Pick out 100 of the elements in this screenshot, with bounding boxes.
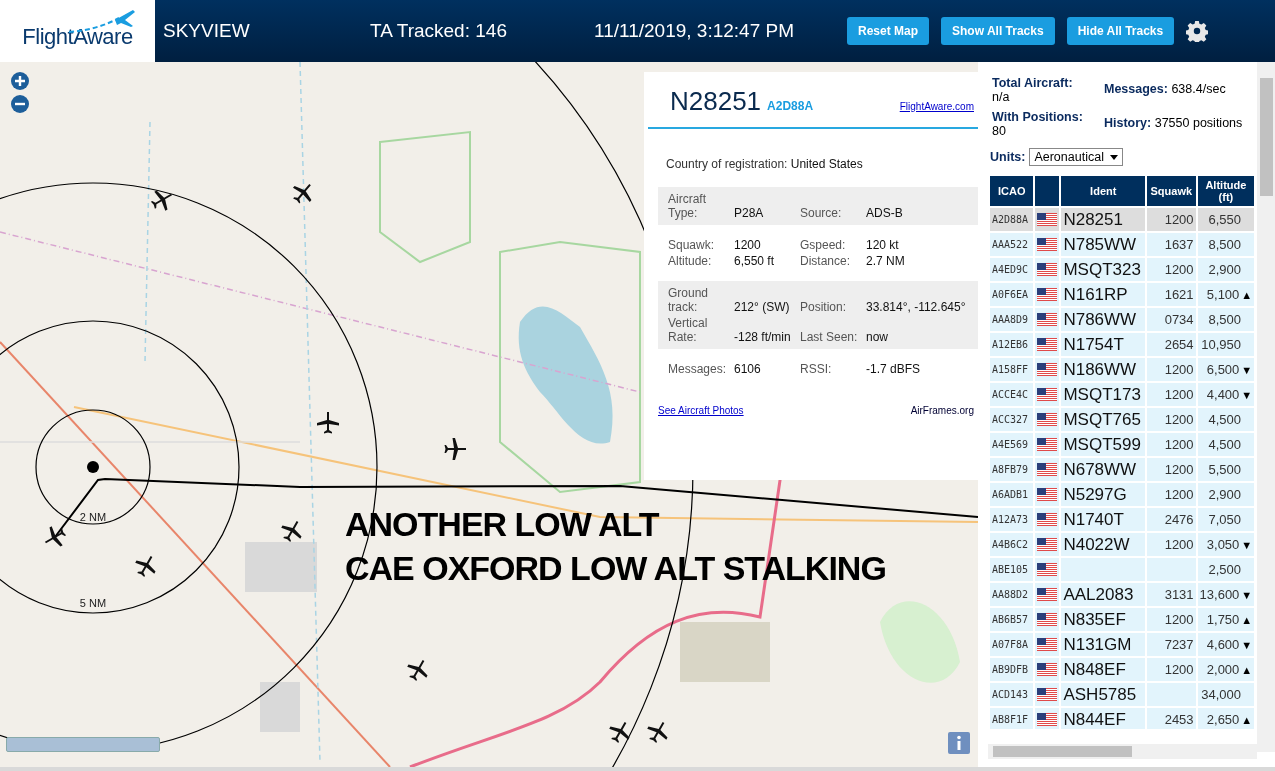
stat-value: 80	[992, 124, 1007, 138]
aircraft-row[interactable]: ACC327 MSQT765 1200 4,500	[990, 408, 1256, 431]
field-value: P28A	[734, 205, 765, 221]
trend-arrow: ▲	[1241, 614, 1253, 626]
table-cell: 1,750	[1206, 612, 1240, 627]
table-cell: ABE105	[992, 564, 1029, 575]
airplane-icon[interactable]	[134, 554, 158, 578]
airplane-icon[interactable]	[646, 720, 670, 744]
table-cell: ACD143	[992, 689, 1029, 700]
stat-label: Total Aircraft:	[992, 76, 1074, 90]
table-cell: 8,500	[1208, 237, 1242, 252]
zoom-in-icon[interactable]	[11, 72, 29, 90]
table-cell: 2,900	[1208, 262, 1242, 277]
aircraft-row[interactable]: AAA8D9 N786WW 0734 8,500	[990, 308, 1256, 331]
column-header[interactable]: Altitude (ft)	[1197, 176, 1255, 206]
table-cell: N161RP	[1063, 284, 1128, 304]
aircraft-row[interactable]: A4E569 MSQT599 1200 4,500	[990, 433, 1256, 456]
table-cell: N848EF	[1063, 659, 1126, 679]
field-value: 120 kt	[866, 237, 900, 253]
aircraft-row[interactable]: ACD143 ASH5785 34,000	[990, 683, 1256, 706]
settings-icon[interactable]	[1186, 20, 1209, 42]
table-cell: N786WW	[1063, 309, 1137, 329]
table-cell: N678WW	[1063, 459, 1137, 479]
field-label: Distance:	[800, 253, 852, 269]
airplane-icon[interactable]	[43, 525, 67, 549]
aircraft-row[interactable]: A12EB6 N1754T 2654 10,950	[990, 333, 1256, 356]
aircraft-ident: N28251	[670, 86, 762, 117]
table-cell: AAA8D9	[992, 314, 1029, 325]
table-cell: AAL2083	[1063, 584, 1134, 604]
column-header[interactable]: Ident	[1061, 176, 1146, 206]
field-value: 1200	[734, 237, 762, 253]
table-cell: 1200	[1164, 437, 1194, 452]
table-cell: 6,500	[1206, 362, 1240, 377]
table-cell: N28251	[1063, 209, 1123, 229]
aircraft-row[interactable]: A0F6EA N161RP 1621 5,100▲	[990, 283, 1256, 306]
aircraft-row[interactable]: AA88D2 AAL2083 3131 13,600▼	[990, 583, 1256, 606]
table-cell: N844EF	[1063, 709, 1126, 729]
table-cell: 3131	[1164, 587, 1194, 602]
table-cell: AA88D2	[992, 589, 1029, 600]
column-header[interactable]: Squawk	[1147, 176, 1196, 206]
us-flag-icon	[1037, 613, 1058, 626]
table-cell: 2,900	[1208, 487, 1242, 502]
horizontal-scrollbar[interactable]	[988, 744, 1257, 759]
airplane-icon[interactable]	[608, 720, 632, 744]
table-cell: 13,600	[1199, 587, 1240, 602]
us-flag-icon	[1037, 463, 1058, 476]
aircraft-row[interactable]: AB9DFB N848EF 1200 2,000▲	[990, 658, 1256, 681]
table-cell: 1200	[1164, 362, 1194, 377]
aircraft-row[interactable]: A12A73 N1740T 2476 7,050	[990, 508, 1256, 531]
aircraft-row[interactable]: ACCE4C MSQT173 1200 4,400▼	[990, 383, 1256, 406]
table-cell: 1637	[1164, 237, 1194, 252]
vertical-scrollbar[interactable]	[1257, 62, 1275, 752]
table-cell: 8,500	[1208, 312, 1242, 327]
table-cell: 4,400	[1206, 387, 1240, 402]
field-label: Gspeed:	[800, 237, 847, 253]
field-value: 212° (SW)	[734, 299, 791, 315]
date-time: 11/11/2019, 3:12:47 PM	[594, 20, 795, 42]
info-icon[interactable]	[948, 732, 970, 754]
table-cell: A4ED9C	[992, 264, 1029, 275]
photos-link[interactable]: See Aircraft Photos	[658, 405, 744, 416]
units-dropdown[interactable]: Aeronautical	[1029, 148, 1123, 166]
aircraft-row[interactable]: ABE105 2,500	[990, 558, 1256, 581]
field-value: 33.814°, -112.645°	[866, 299, 967, 315]
us-flag-icon	[1037, 413, 1058, 426]
aircraft-row[interactable]: AB6B57 N835EF 1200 1,750▲	[990, 608, 1256, 631]
table-cell: 1200	[1164, 262, 1194, 277]
table-cell: 3,050	[1206, 537, 1240, 552]
table-cell: A158FF	[992, 364, 1029, 375]
app-title: SKYVIEW	[163, 20, 251, 42]
trend-arrow: ▼	[1241, 389, 1253, 401]
airframes-link[interactable]: AirFrames.org	[910, 405, 974, 416]
aircraft-icao: A2D88A	[767, 99, 814, 113]
zoom-out-icon[interactable]	[11, 95, 29, 113]
airplane-icon[interactable]	[280, 519, 304, 543]
flightaware-link[interactable]: FlightAware.com	[899, 101, 974, 112]
airplane-icon[interactable]	[316, 411, 340, 435]
aircraft-row[interactable]: A4ED9C MSQT323 1200 2,900	[990, 258, 1256, 281]
us-flag-icon	[1037, 513, 1058, 526]
airplane-icon[interactable]	[406, 658, 430, 682]
table-cell: 7,050	[1208, 512, 1242, 527]
table-cell: MSQT599	[1063, 434, 1141, 454]
us-flag-icon	[1037, 438, 1058, 451]
us-flag-icon	[1037, 563, 1058, 576]
airplane-icon[interactable]	[443, 437, 467, 461]
aircraft-row[interactable]: A07F8A N131GM 7237 4,600▼	[990, 633, 1256, 656]
aircraft-row[interactable]: AAA522 N785WW 1637 8,500	[990, 233, 1256, 256]
table-cell: 1200	[1164, 662, 1194, 677]
field-label: Vertical Rate:	[668, 315, 709, 345]
airplane-icon[interactable]	[150, 188, 174, 212]
aircraft-row[interactable]: A8FB79 N678WW 1200 5,500	[990, 458, 1256, 481]
aircraft-row[interactable]: A158FF N186WW 1200 6,500▼	[990, 358, 1256, 381]
table-cell: 2476	[1164, 512, 1194, 527]
trend-arrow: ▼	[1241, 639, 1253, 651]
us-flag-icon	[1037, 313, 1058, 326]
column-header[interactable]: ICAO	[990, 176, 1034, 206]
aircraft-row[interactable]: AB8F1F N844EF 2453 2,650▲	[990, 708, 1256, 729]
aircraft-row[interactable]: A4B6C2 N4022W 1200 3,050▼	[990, 533, 1256, 556]
aircraft-row[interactable]: A2D88A N28251 1200 6,550	[990, 208, 1256, 231]
table-cell: ACCE4C	[992, 389, 1029, 400]
aircraft-row[interactable]: A6ADB1 N5297G 1200 2,900	[990, 483, 1256, 506]
